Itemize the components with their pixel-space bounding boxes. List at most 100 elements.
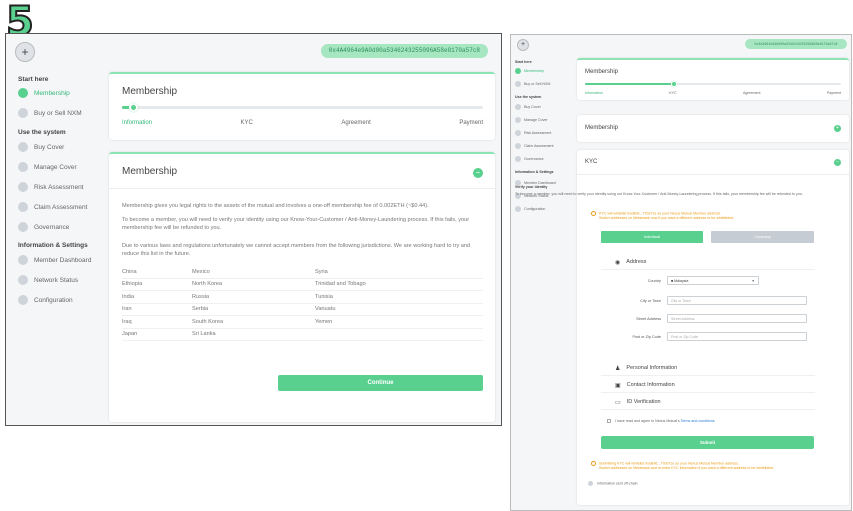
nexus-logo-icon[interactable]: +: [15, 42, 35, 62]
claim-icon: [515, 142, 521, 149]
sidebar-item-dashboard[interactable]: Member Dashboard: [18, 254, 91, 266]
step-agreement: Agreement: [742, 91, 761, 95]
info-icon: [588, 481, 593, 486]
expand-toggle[interactable]: +: [834, 125, 841, 132]
card-title: KYC: [585, 159, 598, 165]
cover-icon: [18, 142, 28, 152]
continue-button[interactable]: Continue: [278, 375, 483, 391]
nexus-logo-icon[interactable]: +: [517, 39, 529, 51]
table-cell: India: [122, 293, 135, 300]
membership-collapsed-card[interactable]: Membership +: [577, 115, 849, 142]
sidebar-section-info: Information & Settings: [515, 170, 554, 174]
membership-icon: [515, 67, 521, 74]
postcode-label: Post or Zip Code: [632, 335, 662, 339]
personal-info-section[interactable]: ♟ Personal Information: [601, 361, 815, 376]
gear-icon: [515, 205, 521, 212]
sidebar-item-membership[interactable]: Membership: [515, 67, 544, 74]
sidebar-item-network[interactable]: Network Status: [18, 274, 78, 286]
progress-bar: [122, 103, 483, 112]
step-agreement: Agreement: [341, 120, 371, 126]
city-label: City or Town: [640, 299, 661, 303]
table-cell: Iran: [122, 306, 132, 313]
sidebar-item-risk[interactable]: Risk Assessment: [515, 129, 551, 136]
membership-progress-card: Membership Information KYC Agreement Pay…: [577, 58, 849, 100]
progress-fill: [585, 83, 675, 85]
contact-info-section[interactable]: ▣ Contact Information: [601, 378, 815, 393]
submit-button[interactable]: Submit: [601, 436, 814, 449]
sidebar-item-config[interactable]: Configuration: [515, 205, 545, 212]
table-row: Iraq South Korea Yemen: [122, 316, 483, 329]
sidebar-item-claim[interactable]: Claim Assessment: [515, 142, 554, 149]
sidebar-item-buy-cover[interactable]: Buy Cover: [18, 141, 64, 153]
tab-individual[interactable]: Individual: [601, 231, 703, 243]
tab-company[interactable]: Company: [711, 231, 814, 243]
id-verification-section[interactable]: ▭ ID Verification: [601, 395, 815, 410]
person-icon: ♟: [615, 365, 621, 372]
verify-text: To become a member, you will need to ver…: [515, 192, 803, 196]
table-row: Ethiopia North Korea Trinidad and Tobago: [122, 279, 483, 291]
step-kyc: KYC: [669, 91, 677, 95]
address-section-header[interactable]: ◉ Address: [601, 255, 815, 270]
table-cell: Tunisia: [315, 293, 333, 300]
card-title: Membership: [585, 125, 619, 131]
street-label: Street Address: [636, 317, 661, 321]
manage-icon: [18, 162, 28, 172]
cover-icon: [515, 103, 521, 110]
collapse-toggle[interactable]: −: [473, 168, 483, 178]
street-input[interactable]: Street Address: [667, 314, 807, 323]
chevron-down-icon: ▾: [752, 279, 754, 283]
city-input[interactable]: City or Town: [667, 296, 807, 305]
card-title: Membership: [122, 166, 178, 177]
right-screenshot: + 0x4A4964e9A0d00a5346243255096A58e8170a…: [510, 34, 852, 511]
verify-heading: Verify your identity: [515, 185, 548, 189]
step-information: Information: [122, 120, 153, 126]
table-cell: Vanuatu: [315, 306, 336, 313]
table-cell: China: [122, 268, 137, 275]
table-row: China Mexico Syria: [122, 266, 483, 279]
terms-agreement: I have read and agree to Nexus Mutual's …: [607, 419, 715, 424]
table-cell: South Korea: [192, 318, 224, 325]
table-cell: Russia: [192, 293, 210, 300]
submit-warning: Submitting KYC will whitelist 0xeB96...7…: [591, 461, 849, 471]
manage-icon: [515, 116, 521, 123]
sidebar-item-config[interactable]: Configuration: [18, 294, 73, 306]
step-payment: Payment: [826, 91, 841, 95]
step-payment: Payment: [459, 120, 483, 126]
country-label: Country: [647, 279, 661, 283]
membership-progress-card: Membership Information KYC Agreement Pay…: [109, 72, 495, 140]
sidebar-item-manage-cover[interactable]: Manage Cover: [515, 116, 548, 123]
terms-checkbox[interactable]: [607, 419, 611, 424]
table-cell: Sri Lanka: [192, 331, 216, 338]
progress-marker: [128, 103, 138, 112]
table-row: Japan Sri Lanka: [122, 329, 483, 341]
wallet-address-pill[interactable]: 0x4A4964e9A0d00a5346243255096A58e8170a57…: [320, 44, 488, 58]
sidebar-section-info: Information & Settings: [18, 242, 88, 249]
terms-link[interactable]: Terms and conditions: [681, 419, 715, 423]
sidebar-item-governance[interactable]: Governance: [18, 221, 69, 233]
sidebar-item-buy-sell[interactable]: Buy or Sell NXM: [515, 80, 550, 87]
country-select[interactable]: ■ Malaysia ▾: [667, 276, 759, 285]
sidebar-item-membership[interactable]: Membership: [18, 87, 70, 99]
dashboard-icon: [18, 255, 28, 265]
postcode-input[interactable]: Post or Zip Code: [667, 332, 807, 341]
nxm-icon: [515, 80, 521, 87]
collapse-toggle[interactable]: −: [834, 159, 841, 166]
step-kyc: KYC: [240, 120, 253, 126]
governance-icon: [515, 155, 521, 162]
progress-steps: Information KYC Agreement Payment: [122, 120, 483, 126]
governance-icon: [18, 222, 28, 232]
sidebar-item-buy-sell[interactable]: Buy or Sell NXM: [18, 107, 82, 119]
card-title: Membership: [122, 86, 178, 97]
progress-bar: [585, 81, 841, 87]
sidebar-item-buy-cover[interactable]: Buy Cover: [515, 103, 541, 110]
sidebar-item-manage-cover[interactable]: Manage Cover: [18, 161, 77, 173]
table-cell: Trinidad and Tobago: [315, 281, 366, 288]
sidebar-item-governance[interactable]: Governance: [515, 155, 544, 162]
sidebar-section-start: Start here: [515, 60, 532, 64]
sidebar-item-risk[interactable]: Risk Assessment: [18, 181, 84, 193]
sidebar-section-system: Use the system: [515, 95, 542, 99]
sidebar-item-claim[interactable]: Claim Assessment: [18, 201, 87, 213]
wallet-address-pill[interactable]: 0x4A4964e9A0d00a5346243255096A58e8170a57…: [745, 39, 847, 49]
progress-marker: [670, 81, 677, 87]
jurisdiction-text: Due to various laws and regulations unfo…: [122, 243, 471, 257]
